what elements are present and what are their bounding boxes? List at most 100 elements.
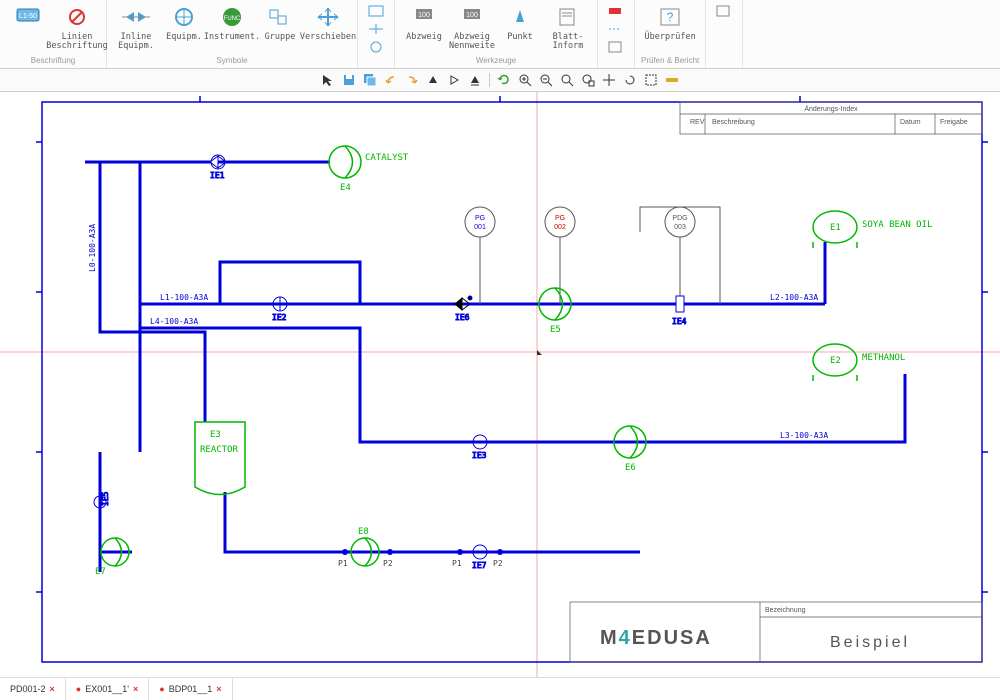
sym-a[interactable] — [364, 3, 388, 19]
svg-text:E2: E2 — [830, 356, 841, 366]
ribbon-group-symbole: Inline Equipm. Equipm. FUNCInstrument. G… — [107, 0, 358, 68]
zoom-in-icon[interactable] — [516, 71, 534, 89]
linien-beschriftung-button[interactable]: Linien Beschriftung — [54, 3, 100, 52]
svg-text:003: 003 — [674, 224, 686, 231]
svg-text:001: 001 — [474, 224, 486, 231]
svg-text:IE1: IE1 — [210, 171, 225, 180]
svg-text:Datum: Datum — [900, 119, 921, 126]
svg-text:PG: PG — [475, 215, 485, 222]
svg-text:IE7: IE7 — [472, 561, 487, 570]
svg-text:E4: E4 — [340, 183, 351, 193]
svg-text:METHANOL: METHANOL — [862, 353, 905, 363]
svg-text:FUNC: FUNC — [224, 16, 241, 22]
svg-text:L1-50: L1-50 — [19, 13, 37, 20]
svg-text:IE2: IE2 — [272, 313, 287, 322]
title-block: M4EDUSA Bezeichnung Beispiel — [570, 602, 982, 662]
svg-text:P1: P1 — [338, 559, 348, 568]
abzweig-nw-button[interactable]: 100Abzweig Nennweite — [449, 3, 495, 52]
undo-icon[interactable] — [382, 71, 400, 89]
zoom-win-icon[interactable] — [579, 71, 597, 89]
punkt-button[interactable]: Punkt — [497, 3, 543, 42]
cursor-icon[interactable] — [319, 71, 337, 89]
equipment-e3: E3REACTOR — [195, 422, 245, 495]
svg-text:SOYA BEAN OIL: SOYA BEAN OIL — [862, 220, 932, 230]
tab-ex001[interactable]: ●EX001__1'× — [66, 678, 149, 700]
document-tabs: PD001-2× ●EX001__1'× ●BDP01__1× — [0, 677, 1000, 700]
equipment-e4: E4 CATALYST — [329, 146, 409, 193]
svg-text:IE4: IE4 — [672, 317, 687, 326]
tab-pd001[interactable]: PD001-2× — [0, 678, 66, 700]
svg-text:Bezeichnung: Bezeichnung — [765, 607, 806, 614]
svg-text:L1-100-A3A: L1-100-A3A — [160, 293, 208, 302]
sel-icon[interactable] — [642, 71, 660, 89]
zoom-out-icon[interactable] — [537, 71, 555, 89]
instrument-button[interactable]: FUNCInstrument. — [209, 3, 255, 42]
uberprufen-button[interactable]: ?Überprüfen — [647, 3, 693, 42]
svg-text:E8: E8 — [358, 527, 369, 537]
svg-text:REV: REV — [690, 119, 705, 126]
instrument-pdg003: PDG 003 — [665, 207, 695, 237]
verschieben-button[interactable]: Verschieben — [305, 3, 351, 42]
svg-text:M4EDUSA: M4EDUSA — [600, 627, 712, 649]
tool-c[interactable] — [604, 39, 628, 55]
equipm-button[interactable]: Equipm. — [161, 3, 207, 42]
svg-text:CATALYST: CATALYST — [365, 153, 409, 163]
svg-text:002: 002 — [554, 224, 566, 231]
svg-text:PDG: PDG — [672, 215, 687, 222]
save-icon[interactable] — [340, 71, 358, 89]
tri-up-icon[interactable] — [424, 71, 442, 89]
svg-text:L4-100-A3A: L4-100-A3A — [150, 317, 198, 326]
svg-text:E5: E5 — [550, 325, 561, 335]
svg-text:E7: E7 — [95, 567, 106, 577]
saveall-icon[interactable] — [361, 71, 379, 89]
tool-a[interactable] — [604, 3, 628, 19]
zoom-fit-icon[interactable] — [558, 71, 576, 89]
close-icon[interactable]: × — [133, 684, 138, 694]
tag-button[interactable]: L1-50 — [6, 3, 52, 33]
close-icon[interactable]: × — [216, 684, 221, 694]
svg-text:P1: P1 — [452, 559, 462, 568]
drawing-canvas[interactable]: Änderungs-Index REV Beschreibung Datum F… — [0, 92, 1000, 680]
measure-icon[interactable] — [663, 71, 681, 89]
sym-b[interactable] — [364, 21, 388, 37]
svg-text:E6: E6 — [625, 463, 636, 473]
svg-text:Änderungs-Index: Änderungs-Index — [804, 105, 858, 113]
ribbon-group-small2 — [598, 0, 635, 68]
sym-c[interactable] — [364, 39, 388, 55]
close-icon[interactable]: × — [50, 684, 55, 694]
ribbon-group-small1 — [358, 0, 395, 68]
instrument-pg001: PG 001 — [465, 207, 495, 237]
ribbon-group-pruefen: ?Überprüfen Prüfen & Bericht — [635, 0, 706, 68]
svg-text:L3-100-A3A: L3-100-A3A — [780, 431, 828, 440]
tool-b[interactable] — [604, 21, 628, 37]
svg-text:IE5: IE5 — [101, 491, 110, 506]
equipment-e6: E6 — [614, 426, 646, 473]
tab-bdp01[interactable]: ●BDP01__1× — [149, 678, 232, 700]
revision-index: Änderungs-Index REV Beschreibung Datum F… — [680, 102, 982, 134]
tri-fill-icon[interactable] — [466, 71, 484, 89]
redo-icon[interactable] — [403, 71, 421, 89]
ribbon-group-beschriftung: L1-50 Linien Beschriftung Beschriftung — [0, 0, 107, 68]
svg-text:E1: E1 — [830, 223, 841, 233]
svg-text:P2: P2 — [383, 559, 393, 568]
svg-text:IE6: IE6 — [455, 313, 470, 322]
svg-text:100: 100 — [466, 12, 478, 19]
equipment-e8: E8 — [351, 527, 379, 566]
inline-valves: IE1 IE2 IE3 IE4 IE5 IE6 IE7 — [94, 155, 687, 570]
svg-text:E3: E3 — [210, 430, 221, 440]
pan-icon[interactable] — [600, 71, 618, 89]
tri-side-icon[interactable] — [445, 71, 463, 89]
svg-text:Beispiel: Beispiel — [830, 634, 910, 651]
opt-a[interactable] — [712, 3, 736, 19]
pid-drawing: Änderungs-Index REV Beschreibung Datum F… — [0, 92, 1000, 680]
refresh-icon[interactable] — [495, 71, 513, 89]
abzweig-button[interactable]: 100Abzweig — [401, 3, 447, 42]
gruppe-button[interactable]: Gruppe — [257, 3, 303, 42]
ribbon-group-small3 — [706, 0, 743, 68]
blatt-inform-button[interactable]: Blatt- Inform — [545, 3, 591, 52]
svg-text:P2: P2 — [493, 559, 503, 568]
inline-equipm-button[interactable]: Inline Equipm. — [113, 3, 159, 52]
secondary-toolbar — [0, 69, 1000, 92]
rot-icon[interactable] — [621, 71, 639, 89]
equipment-e1: E1 SOYA BEAN OIL — [813, 211, 932, 248]
